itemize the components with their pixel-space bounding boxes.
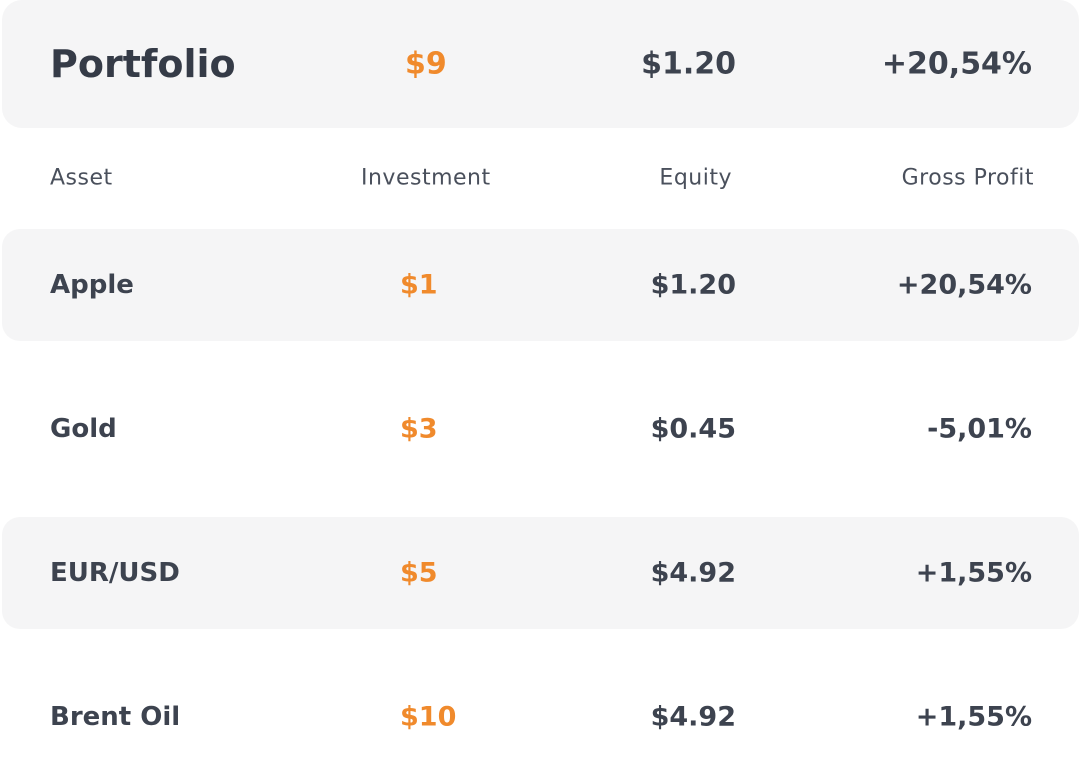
- gross-profit-value: -5,01%: [927, 413, 1032, 445]
- equity-value: $4.92: [650, 701, 736, 733]
- gross-profit-value: +1,55%: [915, 557, 1032, 589]
- total-investment: $9: [405, 46, 447, 82]
- column-header-equity[interactable]: Equity: [659, 166, 732, 191]
- equity-value: $1.20: [650, 269, 736, 301]
- asset-name: Apple: [50, 270, 134, 300]
- asset-name: EUR/USD: [50, 558, 180, 588]
- investment-value: $3: [400, 413, 438, 445]
- table-row[interactable]: Gold $3 $0.45 -5,01%: [2, 373, 1079, 485]
- gross-profit-value: +1,55%: [915, 701, 1032, 733]
- column-header-gross-profit[interactable]: Gross Profit: [902, 166, 1034, 191]
- gross-profit-value: +20,54%: [896, 269, 1032, 301]
- table-row[interactable]: Apple $1 $1.20 +20,54%: [2, 229, 1079, 341]
- total-gross-profit: +20,54%: [881, 46, 1032, 82]
- investment-value: $10: [400, 701, 457, 733]
- table-row[interactable]: Brent Oil $10 $4.92 +1,55%: [2, 661, 1079, 773]
- table-header: Asset Investment Equity Gross Profit: [2, 155, 1079, 201]
- investment-value: $1: [400, 269, 438, 301]
- equity-value: $0.45: [650, 413, 736, 445]
- column-header-asset[interactable]: Asset: [50, 166, 113, 191]
- column-header-investment[interactable]: Investment: [361, 166, 491, 191]
- asset-name: Gold: [50, 414, 117, 444]
- page-title: Portfolio: [50, 42, 236, 86]
- total-equity: $1.20: [641, 46, 736, 82]
- investment-value: $5: [400, 557, 438, 589]
- asset-name: Brent Oil: [50, 702, 181, 732]
- portfolio-summary: Portfolio $9 $1.20 +20,54%: [2, 0, 1079, 128]
- equity-value: $4.92: [650, 557, 736, 589]
- table-row[interactable]: EUR/USD $5 $4.92 +1,55%: [2, 517, 1079, 629]
